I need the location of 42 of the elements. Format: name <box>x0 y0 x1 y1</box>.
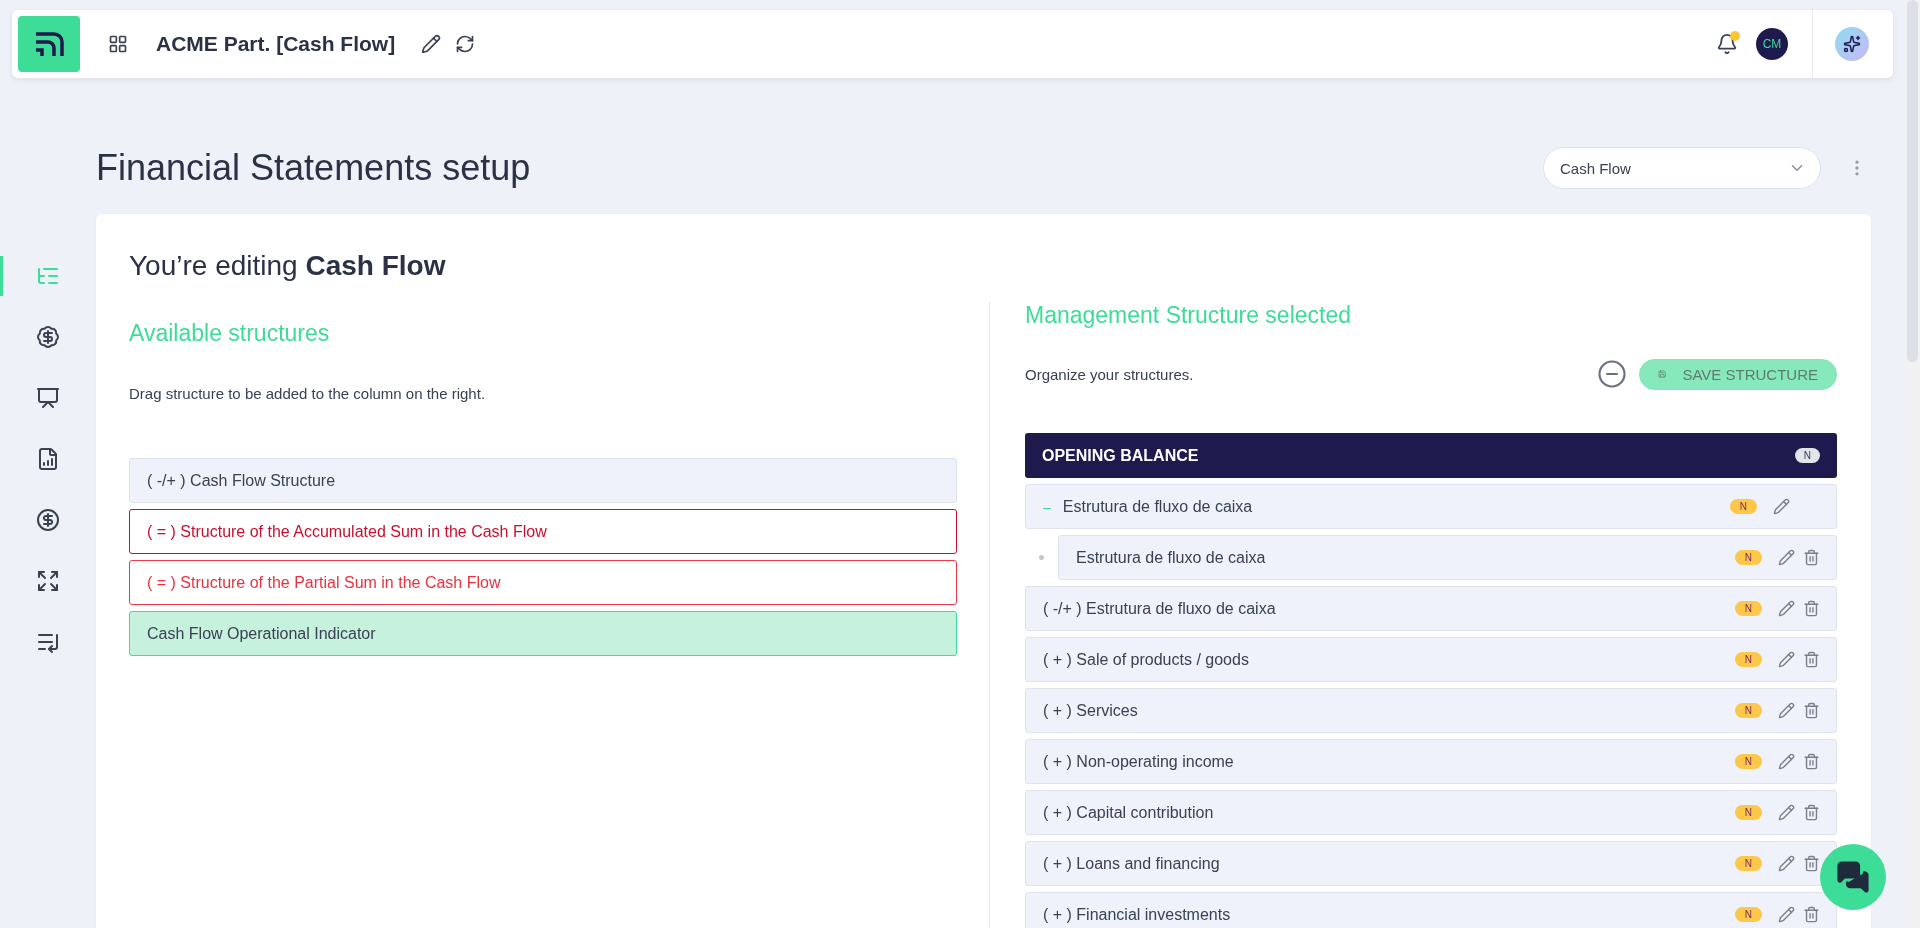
dollar-icon <box>36 325 60 349</box>
structure-row[interactable]: ( + ) Services N <box>1025 688 1837 733</box>
statement-select[interactable]: Cash Flow <box>1543 147 1821 189</box>
section-heading: Available structures <box>129 320 331 347</box>
structure-row[interactable]: Estrutura de fluxo de caixa N <box>1058 535 1837 580</box>
page-title: Financial Statements setup <box>96 147 532 189</box>
notification-bell-icon[interactable] <box>1716 33 1738 55</box>
structure-row[interactable]: ( + ) Non-operating income N <box>1025 739 1837 784</box>
badge: N <box>1734 652 1762 667</box>
structure-row[interactable]: ( + ) Capital contribution N <box>1025 790 1837 835</box>
bullet-icon <box>1039 555 1044 560</box>
chat-icon <box>1836 860 1870 894</box>
badge: N <box>1734 907 1762 922</box>
structure-item[interactable]: ( -/+ ) Cash Flow Structure <box>129 458 957 503</box>
badge: N <box>1734 754 1762 769</box>
expand-icon <box>36 569 60 593</box>
section-header: OPENING BALANCE N <box>1025 433 1837 478</box>
user-avatar[interactable]: CM <box>1756 28 1788 60</box>
project-title: ACME Part. [Cash Flow] <box>156 32 396 56</box>
badge: N <box>1794 448 1820 463</box>
structure-item[interactable]: ( = ) Structure of the Accumulated Sum in the Cash Flow <box>129 509 957 554</box>
instruction-text: Drag structure to be added to the column on the right. <box>129 385 487 402</box>
structure-row[interactable]: ( + ) Financial investments N <box>1025 892 1837 928</box>
instruction-text: Organize your structures. <box>1025 365 1194 383</box>
badge: N <box>1734 550 1762 565</box>
sparkles-icon[interactable] <box>1835 27 1869 61</box>
structure-row[interactable]: ( -/+ ) Estrutura de fluxo de caixa N <box>1025 586 1837 631</box>
report-icon <box>36 447 60 471</box>
structure-item[interactable]: ( = ) Structure of the Partial Sum in the Cash Flow <box>129 560 957 605</box>
structure-row[interactable]: ( + ) Loans and financing N <box>1025 841 1837 886</box>
logo-icon[interactable] <box>18 16 80 72</box>
dollar-circle-icon <box>36 508 60 532</box>
editing-title: You’re editing Cash Flow <box>129 250 447 282</box>
section-heading: Management Structure selected <box>1025 302 1352 329</box>
badge: N <box>1734 703 1762 718</box>
badge: N <box>1734 601 1762 616</box>
structure-item[interactable]: Cash Flow Operational Indicator <box>129 611 957 656</box>
badge: N <box>1729 499 1757 514</box>
structure-row[interactable]: ( + ) Sale of products / goods N <box>1025 637 1837 682</box>
badge: N <box>1734 856 1762 871</box>
presentation-icon <box>36 386 60 410</box>
badge: N <box>1734 805 1762 820</box>
